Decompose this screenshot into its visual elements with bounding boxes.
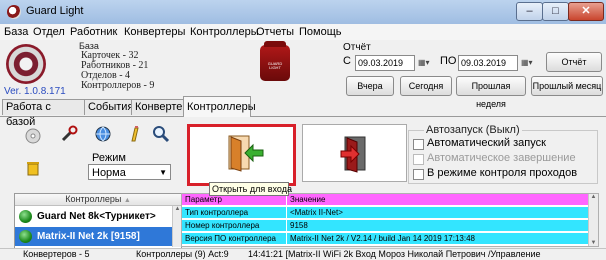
table-row[interactable]: Тип контроллера <Matrix II-Net> [182, 207, 588, 218]
scroll-down-icon[interactable]: ▼ [589, 240, 598, 246]
date-to-label: ПО [440, 55, 457, 67]
enter-tooltip: Открыть для входа [209, 182, 292, 196]
maximize-button[interactable]: □ [542, 2, 569, 21]
app-window: Guard Light – □ ✕ База Отдел Работник Ко… [0, 0, 606, 260]
list-item[interactable]: Guard Net 8k<Турникет> [2... [15, 207, 173, 241]
status-ok-icon [19, 230, 32, 243]
menu-item-reports[interactable]: Отчеты [256, 26, 294, 38]
list-item-selected[interactable]: Matrix-II Net 2k [9158] [15, 227, 173, 246]
pass-control-checkbox[interactable] [413, 169, 424, 180]
auto-start-label: Автоматический запуск [427, 137, 546, 149]
last-month-button[interactable]: Прошлый месяц [531, 76, 603, 96]
globe-icon[interactable] [94, 125, 111, 142]
pencil-icon[interactable] [128, 125, 144, 142]
yesterday-button[interactable]: Вчера [346, 76, 394, 96]
device-image: GUARD LIGHT [260, 41, 290, 81]
mode-select-value: Норма [92, 167, 126, 179]
window-title: Guard Light [26, 5, 84, 17]
auto-start-checkbox[interactable] [413, 139, 424, 150]
controllers-list-header[interactable]: Контроллеры ▲ [15, 194, 181, 206]
report-label: Отчёт [343, 42, 371, 53]
table-cell-key: Номер контроллера [185, 221, 260, 230]
base-summary: База Карточек - 32 Работников - 21 Отдел… [79, 41, 154, 91]
menu-bar: База Отдел Работник Конвертеры Контролле… [0, 24, 606, 40]
column-header-value: Значение [290, 195, 326, 204]
table-row[interactable]: Версия ПО контроллера Matrix-II Net 2k /… [182, 233, 588, 244]
menu-item-help[interactable]: Помощь [299, 26, 342, 38]
disc-icon[interactable] [25, 128, 41, 144]
door-exit-icon [340, 136, 366, 173]
auto-finish-label: Автоматическое завершение [427, 152, 576, 164]
menu-item-department[interactable]: Отдел [33, 26, 65, 38]
report-button[interactable]: Отчёт [546, 52, 602, 72]
table-cell-value: 9158 [290, 221, 308, 230]
status-last-event: 14:41:21 [Matrix-II WiFi 2k Вход Мороз Н… [248, 249, 541, 259]
title-bar: Guard Light – □ ✕ [0, 0, 606, 24]
auto-finish-checkbox [413, 154, 424, 165]
table-cell-key: Тип контроллера [185, 208, 249, 217]
date-from-label: С [343, 55, 351, 67]
open-exit-button[interactable] [302, 124, 407, 182]
close-button[interactable]: ✕ [568, 2, 604, 21]
status-bar: Конвертеров - 5 Контроллеры (9) Act:9 14… [0, 248, 606, 260]
calendar-dropdown-icon[interactable]: ▦▾ [418, 56, 434, 69]
sort-arrow-icon: ▲ [123, 197, 131, 204]
date-to-field[interactable]: 09.03.2019 [458, 55, 518, 71]
table-cell-key: Версия ПО контроллера [185, 234, 276, 243]
version-label: Ver. 1.0.8.171 [4, 86, 66, 97]
date-from-field[interactable]: 09.03.2019 [355, 55, 415, 71]
menu-item-employee[interactable]: Работник [70, 26, 117, 38]
table-scrollbar[interactable]: ▲ ▼ [588, 194, 598, 246]
today-button[interactable]: Сегодня [400, 76, 452, 96]
app-logo-icon [7, 5, 21, 19]
controller-name: Matrix-II Net 2k [9158] [37, 231, 140, 242]
table-row[interactable]: Номер контроллера 9158 [182, 220, 588, 231]
tab-converters[interactable]: Конвертеры [131, 99, 196, 115]
trash-icon[interactable] [26, 160, 42, 176]
tab-controllers[interactable]: Контроллеры [183, 96, 256, 117]
menu-item-controllers[interactable]: Контроллеры [190, 26, 259, 38]
door-enter-icon [228, 135, 264, 172]
status-controllers: Контроллеры (9) Act:9 [136, 249, 229, 259]
autostart-title: Автозапуск (Выкл) [424, 124, 522, 136]
open-entry-button[interactable] [187, 124, 296, 186]
properties-table: Параметр Значение Тип контроллера <Matri… [181, 193, 599, 247]
menu-item-converters[interactable]: Конвертеры [124, 26, 185, 38]
status-ok-icon [19, 210, 32, 223]
guard-logo-icon [6, 44, 46, 84]
calendar-dropdown-icon[interactable]: ▦▾ [521, 56, 537, 69]
magnifier-icon[interactable] [152, 125, 170, 143]
device-caption: GUARD LIGHT [267, 61, 283, 70]
mode-label: Режим [92, 152, 126, 164]
table-cell-value: <Matrix II-Net> [290, 208, 343, 217]
table-cell-value: Matrix-II Net 2k / V2.14 / build Jan 14 … [290, 234, 475, 243]
tab-database[interactable]: Работа с базой [2, 99, 86, 128]
chevron-down-icon: ▼ [159, 168, 167, 177]
tab-strip: Работа с базой События Конвертеры Контро… [0, 96, 606, 128]
tab-events[interactable]: События [84, 99, 136, 115]
wrench-icon[interactable] [60, 125, 78, 142]
pass-control-label: В режиме контроля проходов [427, 167, 578, 179]
scroll-up-icon[interactable]: ▲ [589, 194, 598, 200]
menu-item-base[interactable]: База [4, 26, 28, 38]
controllers-list-header-label: Контроллеры [65, 194, 122, 204]
mode-select[interactable]: Норма ▼ [88, 164, 171, 180]
status-converters: Конвертеров - 5 [23, 249, 90, 259]
last-week-button[interactable]: Прошлая неделя [456, 76, 526, 109]
minimize-button[interactable]: – [516, 2, 543, 21]
base-controllers-count: Контроллеров - 9 [81, 80, 155, 91]
controllers-list: Контроллеры ▲ Guard Net 8k<Турникет> [2.… [14, 193, 182, 249]
